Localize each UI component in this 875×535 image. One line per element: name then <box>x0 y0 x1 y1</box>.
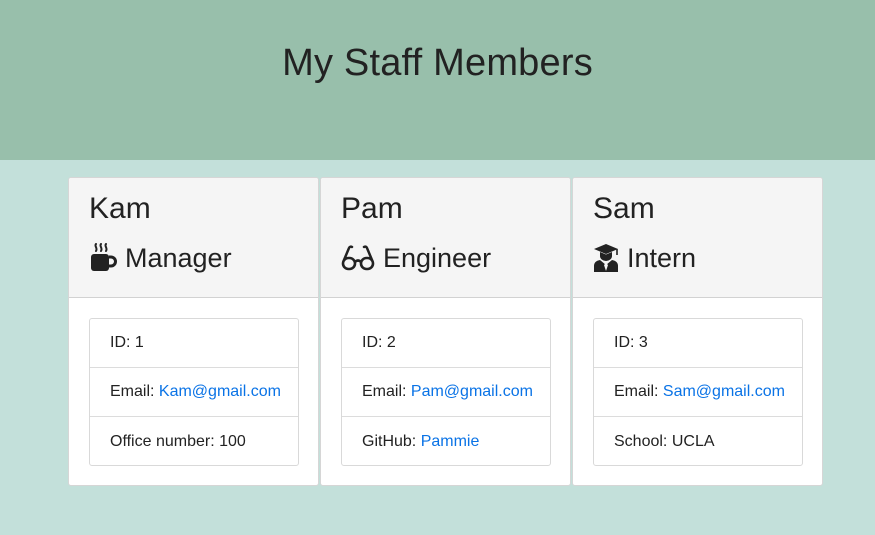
office-number-value: 100 <box>219 432 246 450</box>
school-value: UCLA <box>671 432 715 450</box>
employee-role: Engineer <box>341 240 491 276</box>
glasses-icon <box>341 243 375 273</box>
role-label: Manager <box>125 242 232 273</box>
id-value: 3 <box>638 334 648 351</box>
email-link[interactable]: Pam@gmail.com <box>411 383 533 401</box>
email-label: Email: <box>362 383 407 400</box>
email-label: Email: <box>614 383 659 400</box>
id-value: 2 <box>386 334 396 351</box>
id-label: ID: <box>614 334 635 351</box>
id-value: 1 <box>134 334 144 351</box>
role-label: Intern <box>627 242 697 273</box>
employee-name: Pam <box>341 192 403 225</box>
office-number-label: Office number: <box>110 432 215 450</box>
id-label: ID: <box>110 334 131 351</box>
page-title: My Staff Members <box>282 42 593 84</box>
list-item-school: School: UCLA <box>594 417 802 466</box>
employee-name: Sam <box>593 192 655 225</box>
school-label: School: <box>614 432 668 450</box>
email-link[interactable]: Kam@gmail.com <box>159 383 281 401</box>
list-item-email: Email: Pam@gmail.com <box>342 368 550 417</box>
card-header: Kam Manager <box>69 178 318 298</box>
list-item-id: ID: 1 <box>90 319 298 368</box>
list-item-id: ID: 2 <box>342 319 550 368</box>
employee-card-sam: Sam Intern ID: 3 Email: Sam@gmail.com Sc… <box>572 177 823 486</box>
coffee-mug-icon <box>89 243 117 273</box>
employee-role: Manager <box>89 240 232 276</box>
employee-card-pam: Pam Engineer ID: 2 Email: Pam@gmail.com … <box>320 177 571 486</box>
email-label: Email: <box>110 383 155 400</box>
employee-card-kam: Kam Manager ID: 1 Email: Kam@gmail.com O… <box>68 177 319 486</box>
id-label: ID: <box>362 334 383 351</box>
list-item-github: GitHub: Pammie <box>342 417 550 466</box>
info-list: ID: 1 Email: Kam@gmail.com Office number… <box>89 318 299 466</box>
info-list: ID: 3 Email: Sam@gmail.com School: UCLA <box>593 318 803 466</box>
graduate-icon <box>593 243 619 273</box>
list-item-email: Email: Kam@gmail.com <box>90 368 298 417</box>
card-header: Sam Intern <box>573 178 822 298</box>
email-link[interactable]: Sam@gmail.com <box>663 383 785 401</box>
role-label: Engineer <box>383 242 492 273</box>
github-label: GitHub: <box>362 432 417 450</box>
employee-role: Intern <box>593 240 696 276</box>
card-header: Pam Engineer <box>321 178 570 298</box>
employee-name: Kam <box>89 192 151 225</box>
info-list: ID: 2 Email: Pam@gmail.com GitHub: Pammi… <box>341 318 551 466</box>
github-link[interactable]: Pammie <box>421 433 480 451</box>
list-item-email: Email: Sam@gmail.com <box>594 368 802 417</box>
page-header: My Staff Members <box>0 0 875 160</box>
list-item-office-number: Office number: 100 <box>90 417 298 466</box>
list-item-id: ID: 3 <box>594 319 802 368</box>
